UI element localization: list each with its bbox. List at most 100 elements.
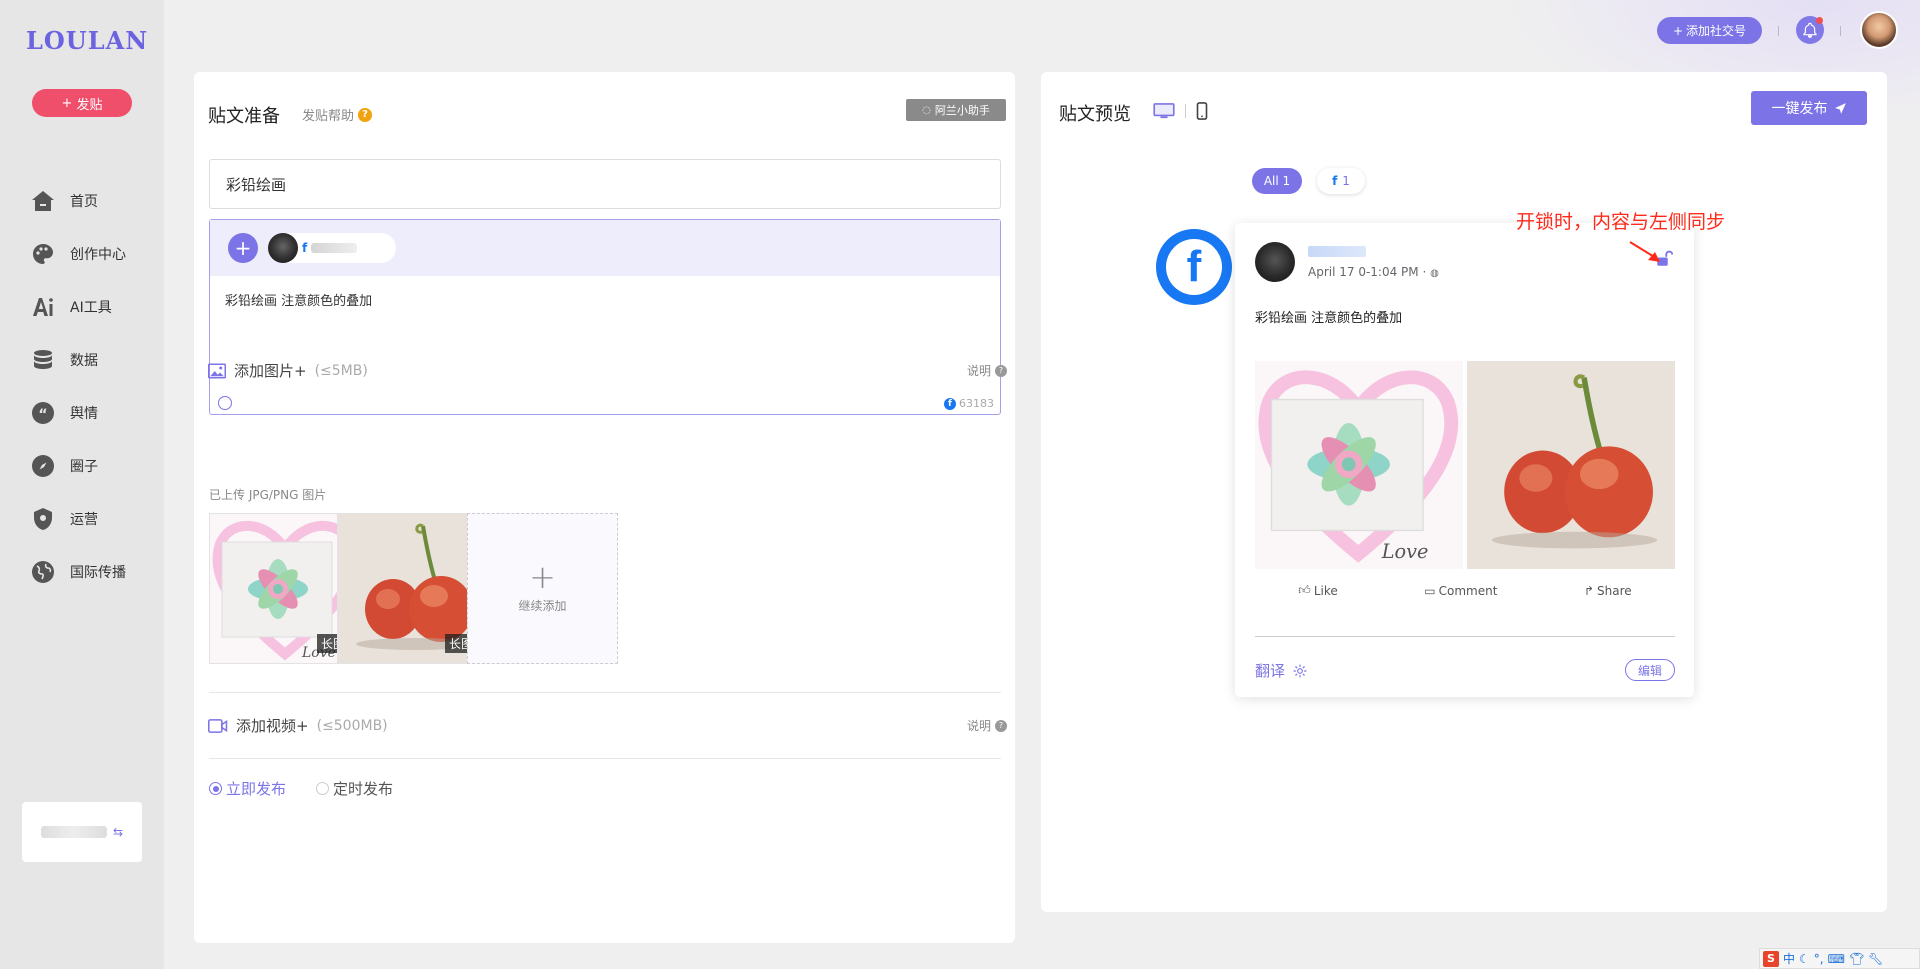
sidebar-item-data[interactable]: 数据 — [30, 333, 160, 386]
workspace-switcher[interactable]: ⇆ — [22, 802, 142, 862]
divider — [1255, 636, 1675, 637]
radio-dot — [209, 782, 222, 795]
plus-icon: + — [61, 95, 73, 111]
add-image-label: 添加图片+ — [234, 362, 307, 380]
account-name-redacted — [311, 243, 358, 253]
keyboard-icon[interactable]: ⌨ — [1828, 952, 1845, 966]
add-image-button[interactable]: 添加图片+ (≤5MB) — [208, 360, 368, 381]
comment-label: Comment — [1438, 583, 1498, 598]
translate-button[interactable]: 翻译 — [1255, 660, 1307, 681]
facebook-icon: f — [302, 241, 308, 255]
notifications-button[interactable] — [1796, 16, 1824, 44]
filter-all-pill[interactable]: All 1 — [1252, 168, 1302, 194]
add-account-button[interactable]: + — [228, 233, 258, 263]
note-label: 说明 — [966, 364, 991, 378]
share-icon: ↱ — [1583, 583, 1595, 598]
sidebar-nav: 首页 创作中心 AI工具 数据 “ 舆情 圈子 运营 国际传播 — [30, 174, 160, 598]
annotation-arrow-icon — [1629, 241, 1660, 262]
sidebar-item-label: 数据 — [70, 352, 98, 369]
divider — [209, 692, 1001, 693]
post-text: 彩铅绘画 注意颜色的叠加 — [1255, 311, 1403, 326]
video-size-limit: (≤500MB) — [316, 717, 388, 734]
sidebar: LOULAN + 发贴 首页 创作中心 AI工具 数据 “ 舆情 圈子 运营 国… — [0, 0, 164, 969]
edit-button[interactable]: 编辑 — [1625, 659, 1675, 681]
sidebar-item-international[interactable]: 国际传播 — [30, 545, 160, 598]
sidebar-item-creation[interactable]: 创作中心 — [30, 227, 160, 280]
sidebar-item-label: 舆情 — [70, 405, 98, 422]
succulent-drawing-image: Love — [1255, 361, 1463, 569]
question-icon: ? — [995, 364, 1007, 377]
facebook-icon: f — [1332, 174, 1338, 188]
continue-add-label: 继续添加 — [518, 599, 567, 613]
sidebar-item-ai-tools[interactable]: AI工具 — [30, 280, 160, 333]
one-click-publish-button[interactable]: 一键发布 — [1751, 91, 1867, 125]
add-video-button[interactable]: 添加视频+ (≤500MB) — [208, 715, 388, 736]
shield-icon — [30, 506, 56, 532]
sidebar-item-opinion[interactable]: “ 舆情 — [30, 386, 160, 439]
assistant-label: 阿兰小助手 — [934, 104, 990, 117]
image-note-link[interactable]: 说明 ? — [967, 362, 1007, 379]
add-social-account-button[interactable]: + 添加社交号 — [1657, 17, 1762, 44]
desktop-icon[interactable] — [1153, 103, 1175, 119]
new-post-button[interactable]: + 发贴 — [32, 89, 132, 117]
device-toggle — [1153, 102, 1208, 120]
continue-add-image-button[interactable]: + 继续添加 — [467, 513, 618, 664]
like-action[interactable]: 👍︎ Like — [1298, 583, 1337, 598]
image-icon — [208, 363, 226, 378]
shirt-icon[interactable]: 👕︎ — [1849, 952, 1864, 966]
selected-account-chip[interactable]: f — [268, 233, 396, 263]
char-count-value: 63183 — [959, 397, 994, 410]
post-body-text[interactable]: 彩铅绘画 注意颜色的叠加 — [210, 276, 1000, 323]
scheduled-publish-radio[interactable]: 定时发布 — [316, 778, 393, 799]
post-editor[interactable]: + f 彩铅绘画 注意颜色的叠加 f 63183 — [209, 219, 1001, 415]
sidebar-item-circle[interactable]: 圈子 — [30, 439, 160, 492]
wrench-icon[interactable]: 🔧︎ — [1868, 952, 1883, 966]
compose-title: 贴文准备 — [208, 106, 280, 127]
logo[interactable]: LOULAN — [26, 26, 148, 55]
assistant-button[interactable]: ◌ 阿兰小助手 — [906, 99, 1006, 121]
sidebar-item-label: AI工具 — [70, 299, 112, 316]
uploaded-images-label: 已上传 JPG/PNG 图片 — [209, 488, 327, 502]
gear-icon[interactable] — [1293, 664, 1307, 678]
preview-image-cherries — [1467, 361, 1675, 569]
sidebar-item-label: 创作中心 — [70, 246, 126, 263]
divider — [1185, 104, 1186, 118]
publish-now-radio[interactable]: 立即发布 — [209, 778, 286, 799]
ime-language[interactable]: 中 — [1783, 950, 1795, 967]
mobile-icon[interactable] — [1196, 102, 1208, 120]
sidebar-item-label: 运营 — [70, 511, 98, 528]
compose-panel: 贴文准备 发贴帮助 ? ◌ 阿兰小助手 彩铅绘画 + f 彩铅绘画 注意颜色的叠… — [194, 72, 1015, 943]
share-action[interactable]: ↱ Share — [1584, 583, 1632, 598]
emoji-icon[interactable] — [218, 396, 232, 410]
post-title-input[interactable]: 彩铅绘画 — [209, 159, 1001, 209]
radio-label: 立即发布 — [226, 780, 287, 798]
sogou-ime-icon[interactable]: S — [1763, 950, 1779, 967]
account-name-redacted — [1308, 246, 1366, 257]
video-note-link[interactable]: 说明 ? — [967, 717, 1007, 734]
divider — [209, 758, 1001, 759]
user-avatar[interactable] — [1860, 11, 1898, 49]
posting-help-link[interactable]: 发贴帮助 ? — [302, 105, 373, 124]
account-avatar — [268, 233, 298, 263]
account-avatar — [1255, 242, 1295, 282]
add-video-label: 添加视频+ — [236, 717, 309, 735]
uploaded-image-cherries[interactable]: 长图 — [337, 513, 488, 664]
facebook-icon: f — [944, 397, 956, 410]
filter-facebook-pill[interactable]: f 1 — [1317, 168, 1365, 194]
sidebar-item-operations[interactable]: 运营 — [30, 492, 160, 545]
moon-icon[interactable]: ☾ — [1799, 952, 1810, 966]
char-count: f 63183 — [944, 397, 994, 410]
new-post-label: 发贴 — [76, 97, 103, 113]
palette-icon — [30, 241, 56, 267]
facebook-count: 1 — [1342, 174, 1350, 188]
thumbs-up-icon: 👍︎ — [1298, 583, 1311, 597]
divider — [1840, 26, 1841, 36]
sidebar-item-home[interactable]: 首页 — [30, 174, 160, 227]
comment-action[interactable]: ▭ Comment — [1424, 583, 1497, 598]
send-icon — [1834, 102, 1846, 114]
cherries-drawing-image — [1467, 361, 1675, 569]
facebook-post-preview: April 17 0-1:04 PM · ◍ 彩铅绘画 注意颜色的叠加 Love — [1235, 223, 1694, 697]
publish-label: 一键发布 — [1771, 101, 1828, 117]
punctuation-icon[interactable]: °, — [1814, 952, 1824, 966]
post-date-text: April 17 0-1:04 PM · — [1308, 265, 1427, 279]
